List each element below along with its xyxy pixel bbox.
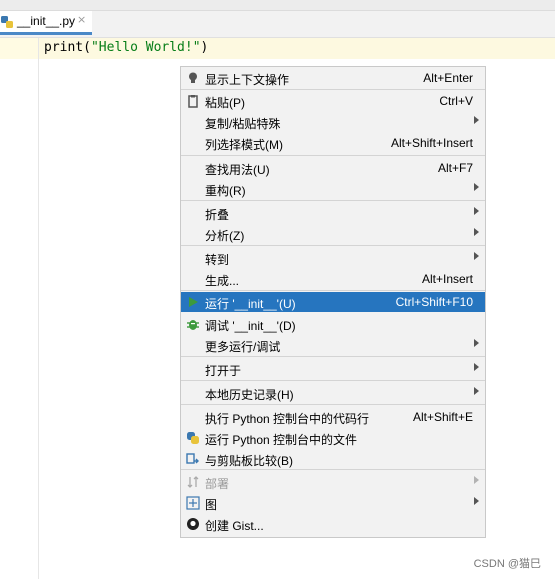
menu-item[interactable]: 运行 '__init__'(U) Ctrl+Shift+F10 <box>181 292 485 312</box>
submenu-arrow-icon <box>474 207 479 215</box>
menu-item-label: 打开于 <box>205 364 242 378</box>
menu-separator <box>181 155 485 156</box>
menu-item[interactable]: 与剪贴板比较(B) <box>181 449 485 469</box>
code-line-1[interactable]: print("Hello World!") <box>44 40 208 55</box>
menu-item-shortcut: Alt+Insert <box>421 272 473 286</box>
bulb-icon <box>186 71 200 85</box>
submenu-arrow-icon <box>474 387 479 395</box>
menu-item-label: 本地历史记录(H) <box>205 388 294 402</box>
menu-item[interactable]: 复制/粘贴特殊 <box>181 112 485 132</box>
gutter-current-line <box>0 38 38 59</box>
menu-item-label: 查找用法(U) <box>205 163 270 177</box>
menu-item-label: 粘贴(P) <box>205 96 245 110</box>
menu-item-label: 与剪贴板比较(B) <box>205 454 293 468</box>
deploy-icon <box>186 475 200 489</box>
python-icon <box>186 431 200 445</box>
menu-item-shortcut: Alt+Shift+E <box>412 410 473 424</box>
menu-item-label: 运行 '__init__'(U) <box>205 297 296 311</box>
menu-item-label: 折叠 <box>205 208 230 222</box>
watermark: CSDN @猫巳 <box>473 558 541 570</box>
menu-item[interactable]: 折叠 <box>181 203 485 223</box>
menu-item[interactable]: 粘贴(P) Ctrl+V <box>181 91 485 111</box>
menu-item[interactable]: 调试 '__init__'(D) <box>181 314 485 334</box>
code-string: "Hello World!" <box>90 40 201 55</box>
menu-item[interactable]: 转到 <box>181 248 485 268</box>
menu-separator <box>181 469 485 470</box>
menu-item: 部署 <box>181 472 485 492</box>
menu-separator <box>181 380 485 381</box>
submenu-arrow-icon <box>474 363 479 371</box>
submenu-arrow-icon <box>474 497 479 505</box>
menu-item-label: 执行 Python 控制台中的代码行 <box>205 412 370 426</box>
submenu-arrow-icon <box>474 228 479 236</box>
menu-item-label: 运行 Python 控制台中的文件 <box>205 433 358 447</box>
tab-label: __init__.py <box>17 14 76 28</box>
menu-item[interactable]: 生成... Alt+Insert <box>181 269 485 289</box>
close-icon[interactable]: × <box>77 13 86 26</box>
menu-item[interactable]: 显示上下文操作 Alt+Enter <box>181 68 485 88</box>
submenu-arrow-icon <box>474 252 479 260</box>
menu-item[interactable]: 打开于 <box>181 359 485 379</box>
submenu-arrow-icon <box>474 476 479 484</box>
menu-separator <box>181 404 485 405</box>
menu-item[interactable]: 更多运行/调试 <box>181 335 485 355</box>
debug-icon <box>186 317 200 331</box>
menu-item[interactable]: 重构(R) <box>181 179 485 199</box>
code-function: print( <box>44 40 91 55</box>
submenu-arrow-icon <box>474 183 479 191</box>
menu-item-label: 转到 <box>205 253 230 267</box>
menu-separator <box>181 245 485 246</box>
menu-item-label: 部署 <box>205 477 230 491</box>
menu-item-shortcut: Alt+F7 <box>437 161 473 175</box>
menu-item[interactable]: 查找用法(U) Alt+F7 <box>181 158 485 178</box>
menu-item-label: 更多运行/调试 <box>205 340 281 354</box>
context-menu: 显示上下文操作 Alt+Enter 粘贴(P) Ctrl+V 复制/粘贴特殊 列选择模式(… <box>180 66 486 538</box>
menu-item-shortcut: Alt+Shift+Insert <box>390 136 473 150</box>
menu-item-label: 重构(R) <box>205 184 246 198</box>
diagram-icon <box>186 496 200 510</box>
menu-item[interactable]: 本地历史记录(H) <box>181 383 485 403</box>
python-file-icon <box>1 16 13 28</box>
menu-separator <box>181 200 485 201</box>
menu-item-label: 分析(Z) <box>205 229 245 243</box>
github-icon <box>186 517 200 531</box>
menu-item[interactable]: 运行 Python 控制台中的文件 <box>181 428 485 448</box>
editor-gutter <box>0 38 39 579</box>
menu-item-shortcut: Ctrl+Shift+F10 <box>395 295 473 309</box>
submenu-arrow-icon <box>474 339 479 347</box>
menu-item-label: 生成... <box>205 274 240 288</box>
menu-separator <box>181 356 485 357</box>
compare-icon <box>186 452 200 466</box>
menu-item[interactable]: 执行 Python 控制台中的代码行 Alt+Shift+E <box>181 407 485 427</box>
menu-item[interactable]: 分析(Z) <box>181 224 485 244</box>
menu-item-label: 显示上下文操作 <box>205 73 290 87</box>
menu-item[interactable]: 创建 Gist... <box>181 514 485 534</box>
menu-item[interactable]: 列选择模式(M) Alt+Shift+Insert <box>181 133 485 153</box>
menu-item-label: 列选择模式(M) <box>205 138 283 152</box>
submenu-arrow-icon <box>474 116 479 124</box>
code-paren: ) <box>200 40 209 55</box>
tab-bar-top-strip <box>0 0 555 11</box>
run-icon <box>186 295 200 309</box>
menu-item-label: 复制/粘贴特殊 <box>205 117 281 131</box>
active-tab-indicator <box>0 32 92 35</box>
menu-item-label: 图 <box>205 498 218 512</box>
editor-tab-bar: __init__.py × <box>0 0 555 38</box>
menu-item-shortcut: Ctrl+V <box>439 94 473 108</box>
menu-item-label: 创建 Gist... <box>205 519 264 533</box>
tab-init-py[interactable]: __init__.py × <box>0 11 92 35</box>
menu-item[interactable]: 图 <box>181 493 485 513</box>
menu-item-shortcut: Alt+Enter <box>423 71 473 85</box>
clipboard-icon <box>186 94 200 108</box>
menu-item-label: 调试 '__init__'(D) <box>205 319 296 333</box>
menu-separator <box>181 89 485 90</box>
menu-separator <box>181 290 485 291</box>
